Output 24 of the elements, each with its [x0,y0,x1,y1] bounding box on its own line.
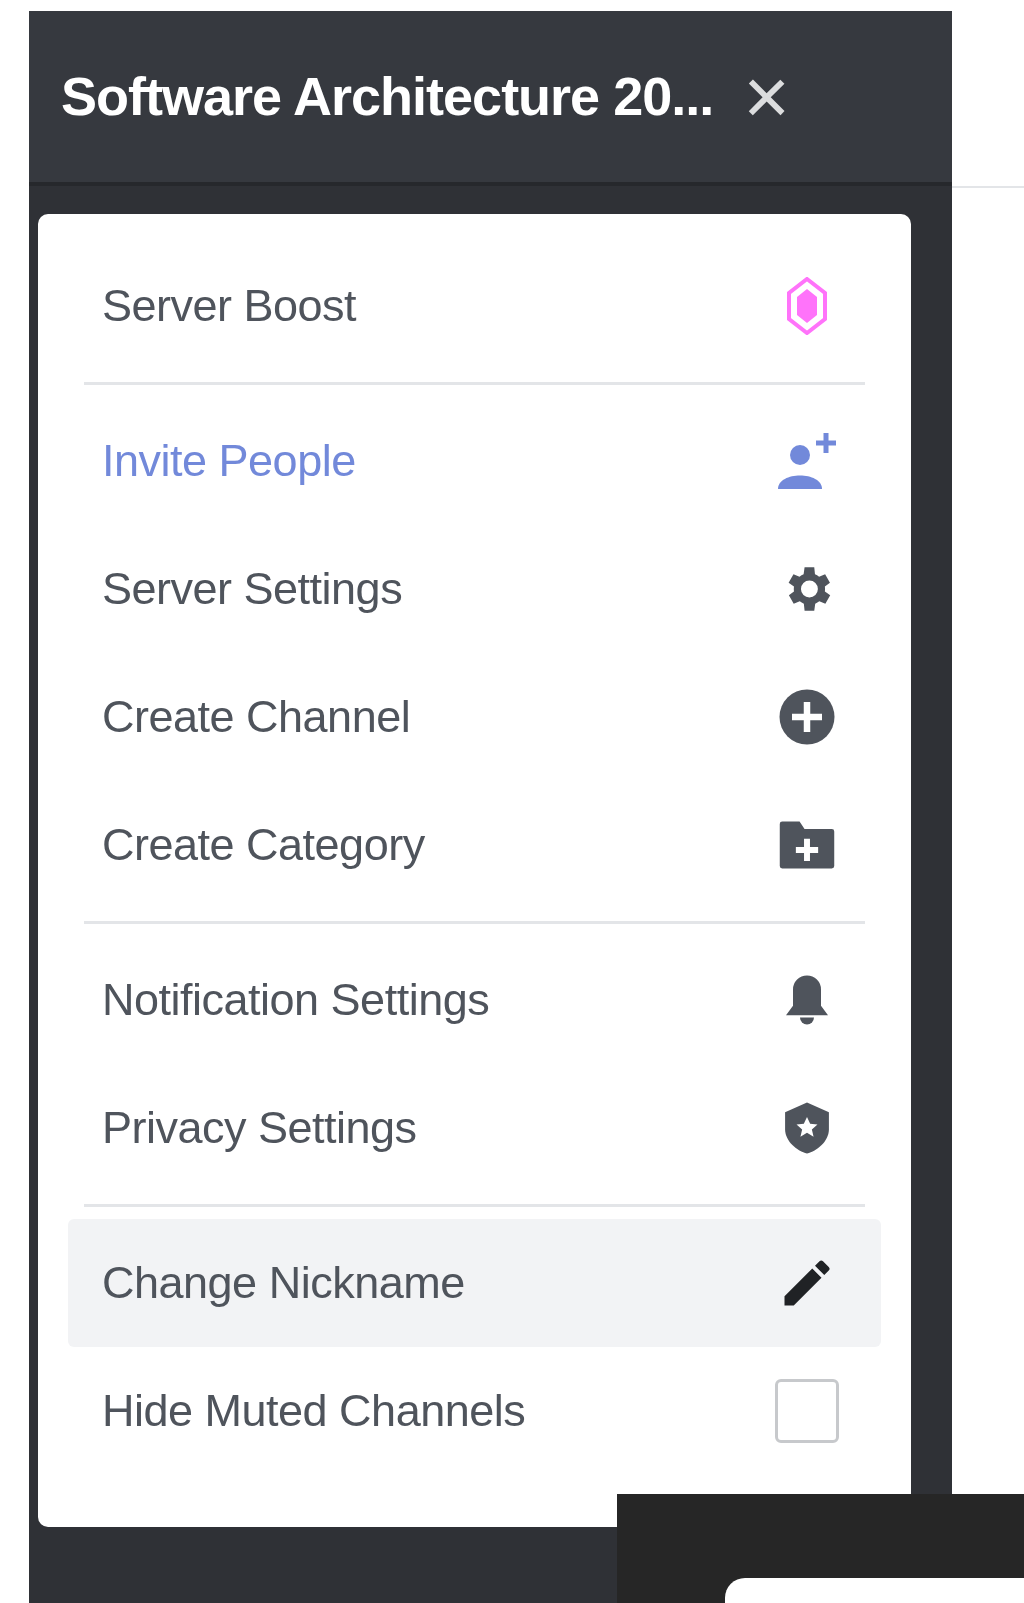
menu-item-label: Server Boost [102,279,357,334]
menu-item-label: Notification Settings [102,973,490,1028]
menu-item[interactable]: Server Settings [68,525,881,653]
checkbox[interactable] [775,1379,839,1443]
menu-item-label: Hide Muted Channels [102,1384,526,1439]
menu-item[interactable]: Create Channel [68,653,881,781]
shield-icon [782,1100,832,1156]
menu-item[interactable]: Notification Settings [68,936,881,1064]
menu-item[interactable]: Privacy Settings [68,1064,881,1192]
menu-item-label: Create Category [102,818,425,873]
menu-item-label: Server Settings [102,562,403,617]
menu-item-label: Privacy Settings [102,1101,417,1156]
gem-icon [785,277,829,335]
add-circle-icon [777,687,837,747]
menu-item[interactable]: Create Category [68,781,881,909]
menu-item-label: Invite People [102,434,356,489]
close-button[interactable]: × [743,56,790,137]
menu-item[interactable]: Server Boost [68,242,881,370]
add-folder-icon [777,819,837,871]
menu-item-label: Change Nickname [102,1256,465,1311]
menu-item[interactable]: Change Nickname [68,1219,881,1347]
menu-item[interactable]: Hide Muted Channels [68,1347,881,1475]
server-name: Software Architecture 20... [61,65,714,128]
menu-item-label: Create Channel [102,690,411,745]
